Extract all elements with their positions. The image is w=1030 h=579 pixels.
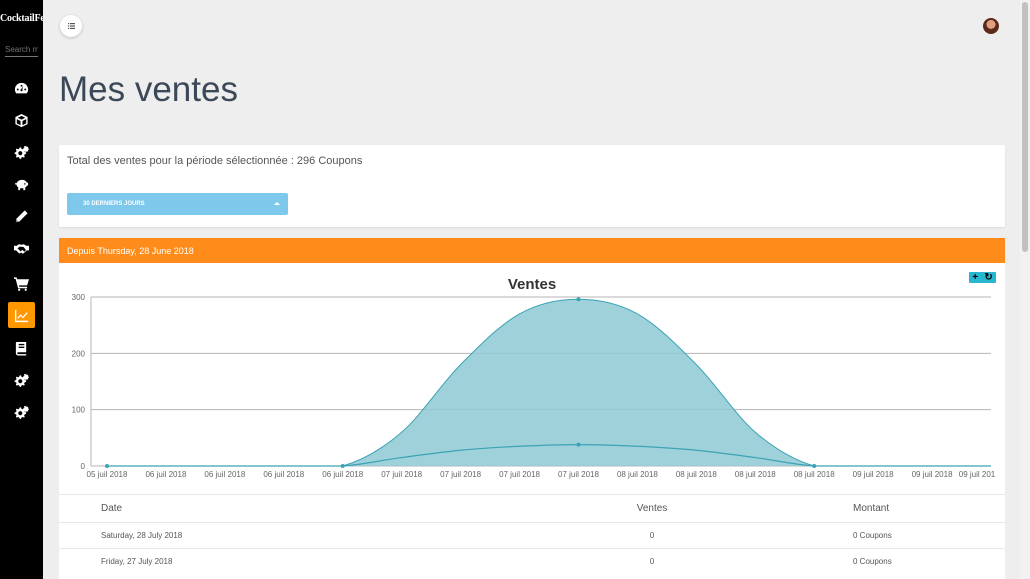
sidebar-search-input[interactable]: [5, 42, 38, 57]
sidebar-item-catalog[interactable]: [8, 335, 35, 361]
table-row: Saturday, 28 July 2018 0 0 Coupons: [59, 522, 1005, 548]
x-tick-label: 08 juil 2018: [676, 470, 717, 479]
dashboard-icon: [14, 82, 29, 93]
chart-zoom-tools[interactable]: + ↻: [969, 272, 996, 283]
cell-amount: 0 Coupons: [853, 557, 892, 566]
y-tick-label: 100: [72, 406, 86, 415]
chart-card: Ventes 0 100 200 300 05 juil 2018 06 juil 2018…: [59, 263, 1005, 579]
table-header-row: Date Ventes Montant: [59, 494, 1005, 522]
x-tick-label: 07 juil 2018: [558, 470, 599, 479]
scrollbar-thumb[interactable]: [1022, 2, 1028, 252]
sidebar-item-settings-1[interactable]: [8, 139, 35, 165]
x-tick-label: 08 juil 2018: [794, 470, 835, 479]
range-header: Depuis Thursday, 28 June 2018: [59, 238, 1005, 263]
x-tick-label: 06 juil 2018: [145, 470, 186, 479]
summary-card: Total des ventes pour la période sélecti…: [59, 145, 1005, 227]
data-point: [576, 442, 581, 447]
cogs-icon: [14, 144, 29, 159]
sidebar-item-settings-3[interactable]: [8, 399, 35, 425]
page-scrollbar[interactable]: [1020, 0, 1030, 579]
data-point: [340, 464, 345, 468]
x-tick-label: 06 juil 2018: [322, 470, 363, 479]
sales-chart: Ventes 0 100 200 300 05 juil 2018 06 juil 2018…: [72, 276, 996, 479]
menu-toggle-button[interactable]: [60, 15, 82, 37]
x-tick-label: 08 juil 2018: [617, 470, 658, 479]
y-tick-label: 0: [81, 462, 86, 471]
cogs-icon: [14, 372, 29, 387]
cell-amount: 0 Coupons: [853, 531, 892, 540]
column-header-amount[interactable]: Montant: [853, 495, 889, 523]
cube-icon: [15, 113, 28, 127]
data-point: [105, 464, 109, 468]
x-tick-label: 06 juil 2018: [204, 470, 245, 479]
data-point: [576, 297, 581, 302]
piggy-bank-icon: [15, 179, 29, 190]
list-icon: [67, 23, 75, 29]
sidebar-item-edit[interactable]: [8, 203, 35, 229]
data-point: [812, 464, 817, 468]
sidebar-item-settings-2[interactable]: [8, 367, 35, 393]
sidebar-item-sales[interactable]: [8, 302, 35, 328]
brand-logo[interactable]: CocktailFest: [0, 13, 43, 24]
column-header-date[interactable]: Date: [101, 495, 122, 523]
sidebar-item-dashboard[interactable]: [8, 75, 35, 101]
sidebar-item-partners[interactable]: [8, 235, 35, 261]
cell-sales: 0: [649, 531, 655, 540]
x-tick-label: 07 juil 2018: [381, 470, 422, 479]
column-header-sales[interactable]: Ventes: [619, 495, 685, 523]
caret-up-icon: [274, 202, 280, 205]
series-area: [107, 299, 991, 466]
cell-date: Saturday, 28 July 2018: [101, 531, 183, 540]
x-tick-label: 05 juil 2018: [87, 470, 128, 479]
sidebar-item-cart[interactable]: [8, 270, 35, 296]
pencil-icon: [15, 209, 28, 222]
handshake-icon: [14, 243, 29, 254]
reset-zoom-icon[interactable]: ↻: [984, 272, 992, 283]
period-select-button[interactable]: 30 DERNIERS JOURS: [67, 193, 288, 215]
cell-sales: 0: [649, 557, 655, 566]
chart-title: Ventes: [508, 276, 556, 293]
sales-total-text: Total des ventes pour la période sélecti…: [67, 155, 363, 167]
sidebar: CocktailFest: [0, 0, 43, 579]
x-tick-label: 09 juil 2018: [853, 470, 894, 479]
range-header-text: Depuis Thursday, 28 June 2018: [67, 245, 194, 256]
table-row: Friday, 27 July 2018 0 0 Coupons: [59, 548, 1005, 574]
x-tick-label: 07 juil 2018: [440, 470, 481, 479]
cogs-icon: [14, 404, 29, 419]
line-chart-icon: [14, 309, 29, 322]
page-title: Mes ventes: [59, 70, 238, 109]
x-tick-label: 09 juil 2018: [912, 470, 953, 479]
x-tick-label: 06 juil 2018: [263, 470, 304, 479]
sidebar-item-finance[interactable]: [8, 171, 35, 197]
y-tick-label: 200: [72, 349, 86, 358]
cell-date: Friday, 27 July 2018: [101, 557, 173, 566]
x-tick-label: 08 juil 2018: [735, 470, 776, 479]
x-tick-label: 07 juil 2018: [499, 470, 540, 479]
period-select-label: 30 DERNIERS JOURS: [83, 201, 145, 207]
user-avatar[interactable]: [983, 18, 999, 34]
book-icon: [15, 341, 27, 356]
sales-table: Date Ventes Montant Saturday, 28 July 20…: [59, 494, 1005, 574]
sidebar-item-products[interactable]: [8, 107, 35, 133]
x-tick-label: 09 juil 201: [959, 470, 996, 479]
y-tick-label: 300: [72, 293, 86, 302]
cart-icon: [14, 276, 29, 291]
zoom-in-icon[interactable]: +: [972, 272, 978, 283]
